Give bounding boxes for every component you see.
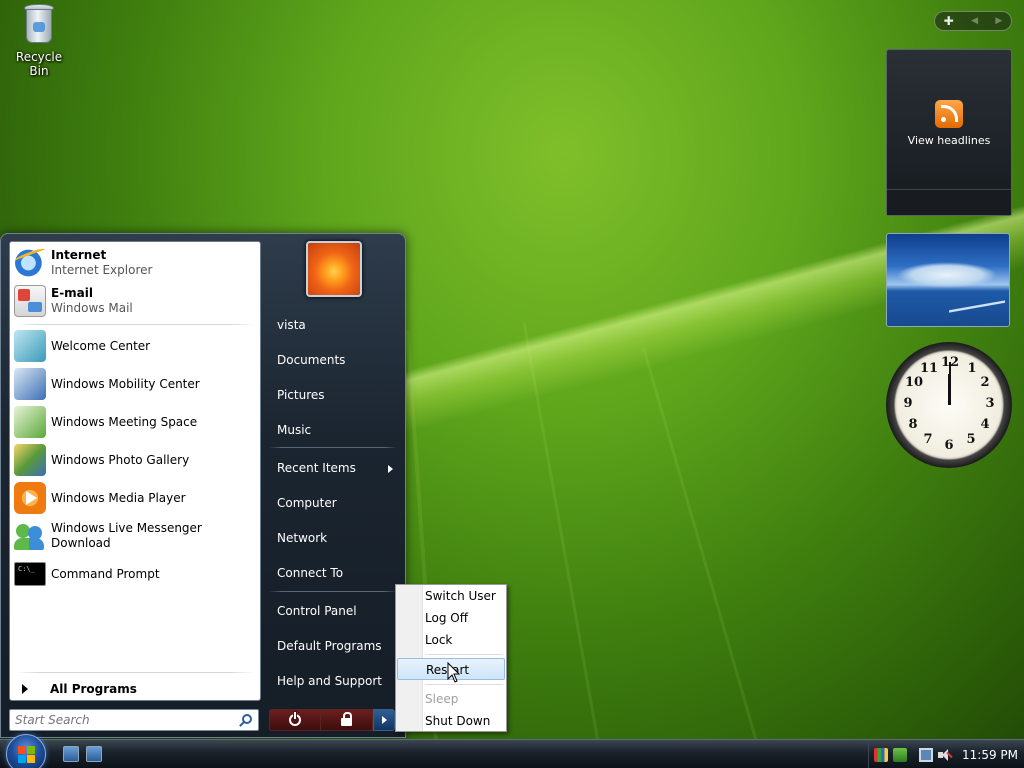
pinned-internet[interactable]: Internet Internet Explorer: [13, 245, 258, 281]
right-item-user[interactable]: vista: [269, 311, 399, 339]
internet-explorer-icon: [13, 246, 47, 279]
right-item-control-panel[interactable]: Control Panel: [269, 597, 399, 625]
messenger-icon: [14, 520, 46, 552]
submenu-arrow-icon: [388, 465, 393, 473]
volume-muted-icon[interactable]: [938, 748, 953, 762]
start-button[interactable]: [6, 734, 46, 768]
arrow-right-icon: [22, 684, 28, 694]
all-programs-label: All Programs: [50, 682, 137, 696]
start-menu: Internet Internet Explorer E-mail Window…: [0, 233, 406, 738]
menu-item-lock[interactable]: Lock: [396, 629, 506, 651]
right-item-documents[interactable]: Documents: [269, 346, 399, 374]
shutdown-options-button[interactable]: [373, 709, 395, 731]
add-gadget-icon[interactable]: ✚: [944, 14, 954, 28]
show-desktop-icon[interactable]: [63, 746, 79, 762]
right-item-recent-items[interactable]: Recent Items: [269, 454, 399, 482]
taskbar-clock[interactable]: 11:59 PM: [962, 748, 1018, 762]
wallpaper-vein: [642, 347, 761, 753]
right-item-connect-to[interactable]: Connect To: [269, 559, 399, 587]
previous-page-icon[interactable]: ◀: [971, 16, 978, 26]
pinned-internet-subtitle: Internet Explorer: [51, 263, 153, 277]
menu-item-log-off[interactable]: Log Off: [396, 607, 506, 629]
recent-command-prompt[interactable]: C:\_ Command Prompt: [14, 556, 258, 592]
windows-mail-icon: [14, 285, 46, 317]
right-item-default-programs[interactable]: Default Programs: [269, 632, 399, 660]
arrow-right-icon: [381, 716, 387, 724]
menu-item-switch-user[interactable]: Switch User: [396, 585, 506, 607]
recent-items-label: Recent Items: [277, 461, 356, 475]
command-prompt-icon: C:\_: [14, 562, 46, 586]
pinned-email-title: E-mail: [51, 286, 94, 300]
user-avatar[interactable]: [306, 241, 362, 297]
start-menu-programs-pane: Internet Internet Explorer E-mail Window…: [9, 241, 261, 701]
clock-gadget[interactable]: 12 1 2 3 4 5 6 7 8 9 10 11: [886, 342, 1012, 468]
right-item-computer[interactable]: Computer: [269, 489, 399, 517]
right-item-network[interactable]: Network: [269, 524, 399, 552]
photo-gallery-icon: [14, 444, 46, 476]
menu-separator: [425, 684, 503, 685]
right-item-help-support[interactable]: Help and Support: [269, 667, 399, 695]
shutdown-options-menu: Switch User Log Off Lock Restart Sleep S…: [395, 584, 507, 732]
recent-program-label: Windows Photo Gallery: [51, 452, 190, 467]
recycle-bin-desktop-icon[interactable]: Recycle Bin: [6, 2, 72, 78]
menu-item-shut-down[interactable]: Shut Down: [396, 710, 506, 732]
lock-icon: [341, 712, 352, 726]
slideshow-gadget[interactable]: [886, 233, 1010, 327]
taskbar: 11:59 PM: [0, 734, 1024, 768]
sidebar-controls: ✚ ◀ ▶: [934, 11, 1012, 31]
recent-program-label: Command Prompt: [51, 566, 160, 581]
menu-separator: [425, 654, 503, 655]
recent-program-label: Windows Live Messenger Download: [51, 521, 202, 550]
security-shield-icon[interactable]: [874, 747, 888, 762]
power-button[interactable]: [269, 709, 321, 731]
feed-gadget-text: View headlines: [907, 134, 991, 147]
network-icon[interactable]: [919, 747, 933, 762]
pinned-separator: [16, 324, 254, 325]
mobility-center-icon: [14, 368, 46, 400]
recycle-bin-icon: [22, 2, 56, 46]
rss-icon: [935, 100, 963, 128]
recent-program-label: Welcome Center: [51, 338, 151, 353]
recent-media-player[interactable]: Windows Media Player: [14, 480, 258, 516]
right-separator: [269, 591, 397, 592]
all-programs-button[interactable]: All Programs: [14, 679, 258, 699]
notification-area: 11:59 PM: [868, 741, 1024, 768]
recent-mobility-center[interactable]: Windows Mobility Center: [14, 366, 258, 402]
right-separator: [269, 447, 397, 448]
next-page-icon[interactable]: ▶: [995, 16, 1002, 26]
windows-logo-icon: [18, 746, 36, 764]
lock-button[interactable]: [321, 709, 373, 731]
recent-messenger-download[interactable]: Windows Live Messenger Download: [14, 518, 258, 554]
recent-program-label: Windows Mobility Center: [51, 376, 200, 391]
search-icon[interactable]: [242, 714, 252, 724]
feed-headlines-gadget[interactable]: View headlines: [886, 49, 1012, 216]
pinned-email[interactable]: E-mail Windows Mail: [14, 283, 258, 319]
pinned-internet-title: Internet: [51, 248, 107, 262]
all-programs-separator: [16, 672, 254, 673]
recent-photo-gallery[interactable]: Windows Photo Gallery: [14, 442, 258, 478]
media-player-icon: [14, 482, 46, 514]
windows-update-icon[interactable]: [893, 747, 907, 762]
recent-welcome-center[interactable]: Welcome Center: [14, 328, 258, 364]
start-search-box[interactable]: [9, 709, 259, 731]
power-icon: [289, 712, 301, 726]
start-search-input[interactable]: [10, 710, 234, 730]
switch-windows-icon[interactable]: [86, 746, 102, 762]
meeting-space-icon: [14, 406, 46, 438]
recent-meeting-space[interactable]: Windows Meeting Space: [14, 404, 258, 440]
clock-minute-hand: [949, 362, 951, 405]
right-item-pictures[interactable]: Pictures: [269, 381, 399, 409]
right-item-music[interactable]: Music: [269, 416, 399, 444]
recycle-bin-label: Recycle Bin: [15, 50, 63, 78]
recent-program-label: Windows Meeting Space: [51, 414, 198, 429]
pinned-email-subtitle: Windows Mail: [51, 301, 133, 315]
menu-item-sleep[interactable]: Sleep: [396, 688, 506, 710]
wallpaper-vein: [522, 323, 601, 747]
welcome-center-icon: [14, 330, 46, 362]
recent-program-label: Windows Media Player: [51, 490, 186, 505]
